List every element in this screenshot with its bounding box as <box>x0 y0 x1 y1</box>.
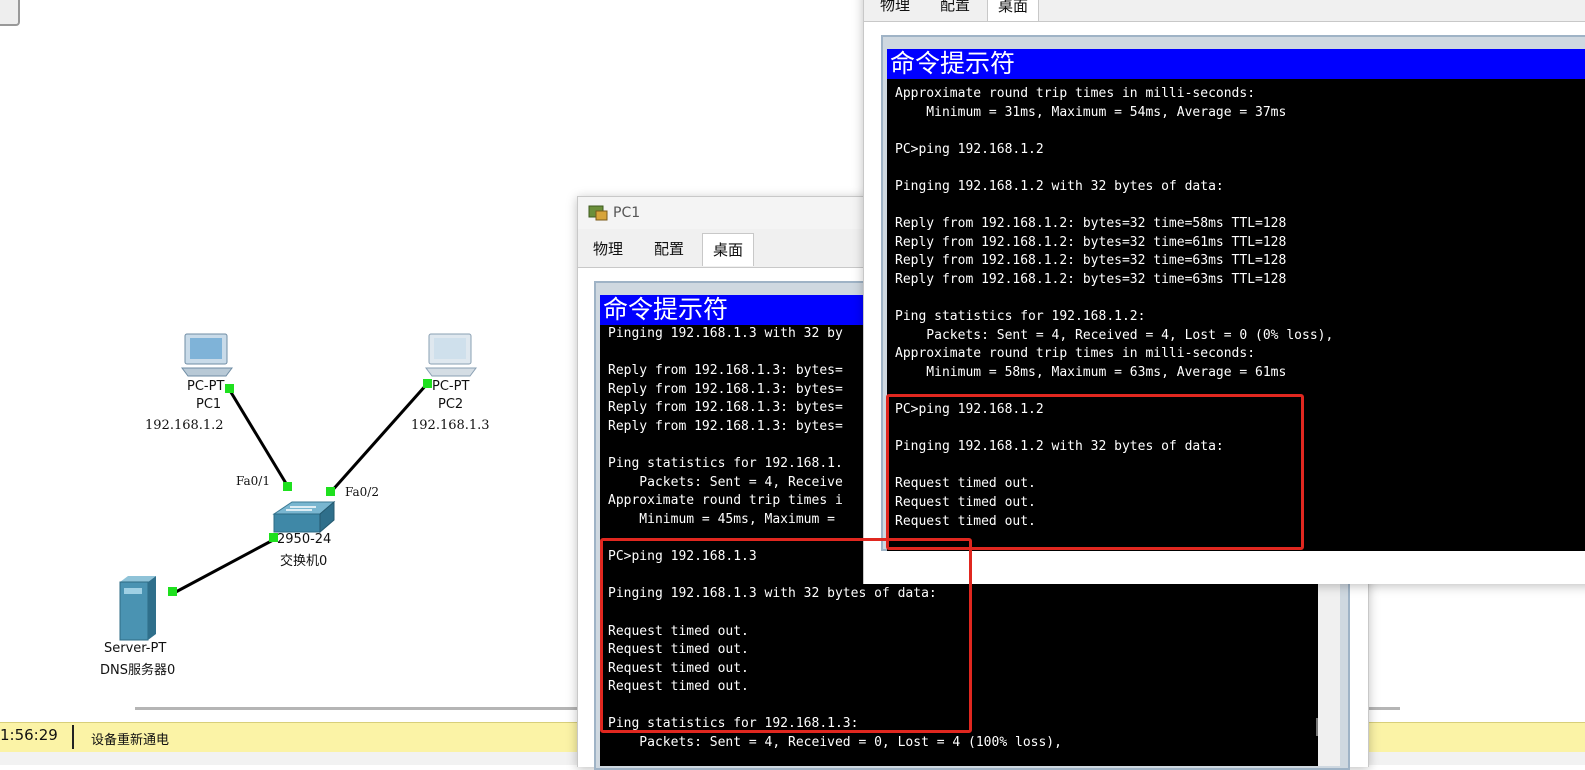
switch-device[interactable] <box>272 500 336 536</box>
status-separator <box>72 725 74 749</box>
link-endpoint <box>269 533 278 542</box>
topology-links <box>171 383 429 596</box>
tab-config[interactable]: 配置 <box>930 0 980 21</box>
link-endpoint <box>326 487 335 496</box>
link-endpoint <box>225 384 234 393</box>
terminal-line: Approximate round trip times in milli-se… <box>895 346 1256 362</box>
terminal-line: PC>ping 192.168.1.2 <box>895 141 1044 157</box>
link-server-switch <box>171 537 276 596</box>
server-type-label: Server-PT <box>104 641 167 656</box>
switch-icon <box>272 500 336 534</box>
pc2-device[interactable] <box>424 332 478 378</box>
server-icon <box>119 576 156 641</box>
link-endpoint <box>168 587 177 596</box>
terminal-line: Ping statistics for 192.168.1.2: <box>895 309 1146 325</box>
terminal-line: Minimum = 31ms, Maximum = 54ms, Average … <box>895 104 1287 120</box>
pc-app-icon <box>588 205 608 221</box>
highlight-box-pc1 <box>600 538 972 733</box>
window-title: PC1 <box>613 205 641 221</box>
pc1-device[interactable] <box>180 332 234 378</box>
scrollbar-mark <box>1316 718 1318 736</box>
pc1-name-label: PC1 <box>196 397 222 412</box>
pc1-type-label: PC-PT <box>187 379 225 394</box>
link-endpoint <box>283 482 292 491</box>
link-pc2-switch <box>328 383 429 494</box>
status-message: 设备重新通电 <box>91 733 170 748</box>
switch-type-label: 2950-24 <box>277 532 332 547</box>
tab-config[interactable]: 配置 <box>644 233 694 265</box>
pc2-name-label: PC2 <box>438 397 464 412</box>
tab-desktop[interactable]: 桌面 <box>702 233 755 266</box>
port-fa0-1-label: Fa0/1 <box>236 474 270 488</box>
terminal-line: Reply from 192.168.1.2: bytes=32 time=63… <box>895 271 1287 287</box>
terminal-line: Reply from 192.168.1.2: bytes=32 time=58… <box>895 216 1287 232</box>
sim-time: 1:56:29 <box>0 726 58 744</box>
server-device[interactable] <box>116 576 158 642</box>
terminal-line: Packets: Sent = 4, Received = 0, Lost = … <box>608 735 1062 751</box>
computer-icon <box>181 333 233 377</box>
link-endpoint <box>423 379 432 388</box>
terminal-line: Pinging 192.168.1.2 with 32 bytes of dat… <box>895 178 1224 194</box>
command-prompt-title: 命令提示符 <box>887 49 1585 79</box>
highlight-box-pc2 <box>886 394 1304 550</box>
terminal-line: Reply from 192.168.1.2: bytes=32 time=63… <box>895 253 1287 269</box>
tab-desktop[interactable]: 桌面 <box>987 0 1040 22</box>
pc1-ip-label: 192.168.1.2 <box>145 418 224 433</box>
pc2-ip-label: 192.168.1.3 <box>411 418 490 433</box>
terminal-line: Minimum = 58ms, Maximum = 63ms, Average … <box>895 364 1287 380</box>
terminal-line: Reply from 192.168.1.2: bytes=32 time=61… <box>895 234 1287 250</box>
tab-physical[interactable]: 物理 <box>870 0 920 21</box>
computer-icon <box>425 333 477 377</box>
terminal-line: Packets: Sent = 4, Received = 4, Lost = … <box>895 327 1334 343</box>
tab-physical[interactable]: 物理 <box>583 233 633 265</box>
port-fa0-2-label: Fa0/2 <box>345 485 379 499</box>
tab-bar: 物理 配置 桌面 <box>864 0 1585 23</box>
server-name-label: DNS服务器0 <box>100 663 176 678</box>
switch-name-label: 交换机0 <box>280 554 328 569</box>
terminal-line: Approximate round trip times in milli-se… <box>895 86 1256 101</box>
pc2-type-label: PC-PT <box>432 379 470 394</box>
